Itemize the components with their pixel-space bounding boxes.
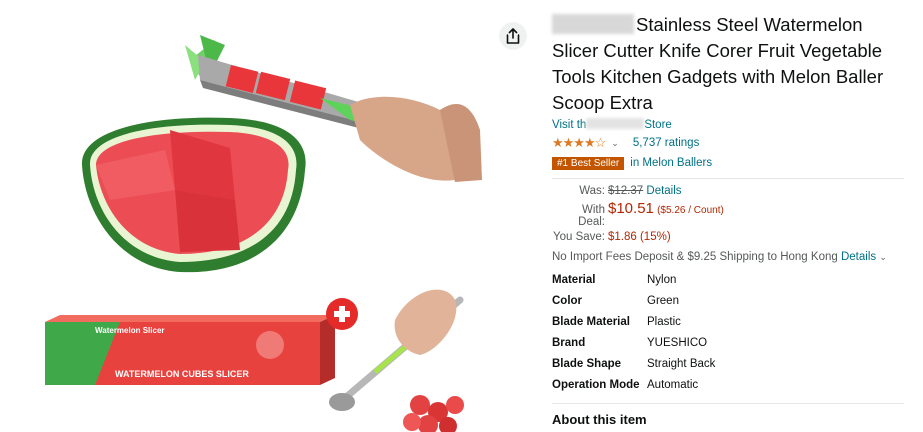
store-link[interactable]: Visit th Store <box>552 118 907 134</box>
product-image-svg: Watermelon Slicer WATERMELON CUBES SLICE… <box>45 35 482 432</box>
shipping-info: No Import Fees Deposit & $9.25 Shipping … <box>552 251 907 263</box>
spec-value: Automatic <box>647 378 699 391</box>
price-details-link[interactable]: Details <box>646 185 681 197</box>
best-seller-row: #1 Best Seller in Melon Ballers <box>552 155 907 171</box>
shipping-text: No Import Fees Deposit & $9.25 Shipping … <box>552 251 838 263</box>
save-value: $1.86 (15%) <box>608 231 671 243</box>
spec-key: Operation Mode <box>552 378 640 391</box>
product-image[interactable]: Watermelon Slicer WATERMELON CUBES SLICE… <box>0 0 540 432</box>
spec-row: Color Green <box>552 290 907 311</box>
spec-row: Material Nylon <box>552 269 907 290</box>
store-link-suffix: Store <box>644 119 672 131</box>
rating-count-link[interactable]: 5,737 ratings <box>633 137 700 149</box>
spec-row: Brand YUESHICO <box>552 332 907 353</box>
spec-value: YUESHICO <box>647 336 708 349</box>
spec-value: Plastic <box>647 315 681 328</box>
chevron-down-icon[interactable]: ⌄ <box>879 252 887 262</box>
watermelon-half <box>81 117 306 273</box>
divider <box>552 178 904 179</box>
per-unit-price: ($5.26 / Count) <box>657 205 724 216</box>
share-icon <box>506 28 520 44</box>
chevron-down-icon[interactable]: ⌄ <box>611 138 619 149</box>
spec-value: Straight Back <box>647 357 716 370</box>
spec-key: Material <box>552 273 596 286</box>
product-box: Watermelon Slicer WATERMELON CUBES SLICE… <box>45 315 335 385</box>
spec-row: Blade Material Plastic <box>552 311 907 332</box>
product-title: Stainless Steel Watermelon Slicer Cutter… <box>552 12 907 116</box>
redacted-store <box>586 118 645 129</box>
share-button[interactable] <box>499 22 527 50</box>
box-bottom-label: WATERMELON CUBES SLICER <box>115 369 249 379</box>
was-label: Was: <box>579 185 605 197</box>
spec-key: Color <box>552 294 583 307</box>
store-link-prefix: Visit th <box>552 119 587 131</box>
spec-key: Blade Material <box>552 315 630 328</box>
spec-table: Material Nylon Color Green Blade Materia… <box>552 269 907 395</box>
product-details: Stainless Steel Watermelon Slicer Cutter… <box>552 12 907 427</box>
rating-row: ★★★★☆ ⌄ 5,737 ratings <box>552 135 907 151</box>
shipping-details-link[interactable]: Details <box>841 251 876 263</box>
star-rating-icon[interactable]: ★★★★☆ <box>552 135 606 151</box>
spec-row: Operation Mode Automatic <box>552 374 907 395</box>
divider <box>552 403 904 404</box>
best-seller-category-link[interactable]: in Melon Ballers <box>630 157 712 169</box>
spec-key: Brand <box>552 336 586 349</box>
price-block: Was: $12.37 Details With Deal: $10.51 ($… <box>552 185 907 243</box>
deal-price: $10.51 <box>608 200 654 217</box>
save-label: You Save: <box>552 231 605 243</box>
best-seller-badge[interactable]: #1 Best Seller <box>552 156 625 170</box>
redacted-brand <box>552 14 634 34</box>
deal-label: With Deal: <box>578 204 605 228</box>
spec-value: Nylon <box>647 273 677 286</box>
spec-row: Blade Shape Straight Back <box>552 353 907 374</box>
spec-key: Blade Shape <box>552 357 622 370</box>
was-price: $12.37 <box>608 185 644 197</box>
box-top-label: Watermelon Slicer <box>95 326 165 335</box>
spec-value: Green <box>647 294 679 307</box>
plus-icon <box>326 298 358 330</box>
about-heading: About this item <box>552 412 647 427</box>
